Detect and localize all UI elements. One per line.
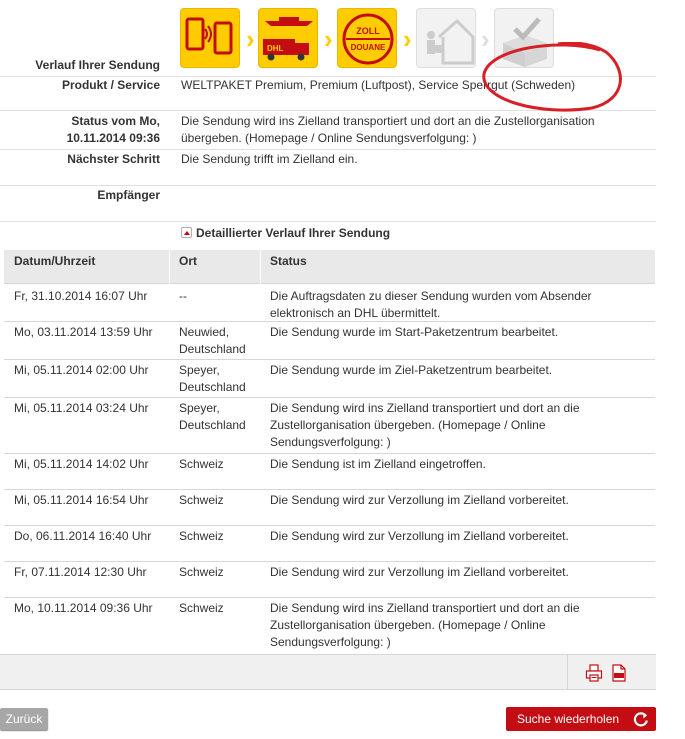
chevron-right-icon: › (246, 24, 255, 54)
row-date: Mo, 10.11.2014 09:36 Uhr (14, 601, 153, 615)
column-header-place: Ort (179, 254, 197, 268)
status-value: Die Sendung wird ins Zielland transporti… (181, 114, 595, 145)
row-date: Fr, 07.11.2014 12:30 Uhr (14, 565, 147, 579)
row-date: Fr, 31.10.2014 16:07 Uhr (14, 289, 148, 303)
row-date: Mi, 05.11.2014 03:24 Uhr (14, 401, 149, 415)
row-place: Schweiz (179, 565, 224, 579)
table-footer (0, 654, 656, 690)
back-button[interactable]: Zurück (0, 708, 48, 730)
product-label: Produkt / Service (61, 78, 160, 92)
table-row: Fr, 31.10.2014 16:07 Uhr -- Die Auftrags… (4, 284, 655, 322)
row-place: Speyer, Deutschland (179, 401, 246, 432)
row-date: Do, 06.11.2014 16:40 Uhr (14, 529, 152, 543)
table-row: Mo, 10.11.2014 09:36 Uhr Schweiz Die Sen… (4, 598, 655, 654)
next-step-row: Nächster Schritt Die Sendung trifft im Z… (0, 150, 656, 186)
row-place: Schweiz (179, 493, 224, 507)
progress-label: Verlauf Ihrer Sendung (35, 58, 160, 72)
recipient-label: Empfänger (97, 188, 160, 202)
row-status: Die Sendung wurde im Ziel-Paketzentrum b… (270, 363, 553, 377)
row-status: Die Sendung wird ins Zielland transporti… (270, 401, 580, 449)
row-status: Die Sendung wird ins Zielland transporti… (270, 601, 580, 649)
status-row: Status vom Mo, 10.11.2014 09:36 Die Send… (0, 111, 656, 150)
zoll-label: ZOLL (356, 26, 380, 36)
row-place: Speyer, Deutschland (179, 363, 246, 394)
reload-icon (633, 712, 648, 727)
status-label: Status vom Mo, 10.11.2014 09:36 (0, 113, 160, 147)
table-row: Mi, 05.11.2014 03:24 Uhr Speyer, Deutsch… (4, 398, 655, 454)
row-place: Schweiz (179, 601, 224, 615)
print-icon[interactable] (585, 664, 603, 682)
chevron-right-icon: › (403, 24, 412, 54)
detail-toggle[interactable]: Detaillierter Verlauf Ihrer Sendung (181, 226, 390, 240)
collapse-icon[interactable] (181, 227, 192, 238)
column-header-date: Datum/Uhrzeit (14, 254, 96, 268)
table-row: Mi, 05.11.2014 02:00 Uhr Speyer, Deutsch… (4, 360, 655, 398)
row-place: Schweiz (179, 457, 224, 471)
row-date: Mi, 05.11.2014 14:02 Uhr (14, 457, 149, 471)
column-divider (169, 250, 170, 284)
product-row: Produkt / Service WELTPAKET Premium, Pre… (0, 77, 656, 111)
column-divider (260, 250, 261, 284)
row-place: -- (179, 289, 187, 303)
search-again-button[interactable]: Suche wiederholen (506, 707, 656, 731)
status-label-line2: 10.11.2014 09:36 (66, 131, 160, 145)
next-step-value: Die Sendung trifft im Zielland ein. (181, 152, 358, 166)
row-status: Die Sendung wird zur Verzollung im Ziell… (270, 493, 569, 507)
row-date: Mo, 03.11.2014 13:59 Uhr (14, 325, 153, 339)
row-status: Die Sendung wurde im Start-Paketzentrum … (270, 325, 559, 339)
row-place: Neuwied, Deutschland (179, 325, 246, 356)
row-place: Schweiz (179, 529, 224, 543)
recipient-row: Empfänger (0, 186, 656, 222)
row-date: Mi, 05.11.2014 16:54 Uhr (14, 493, 149, 507)
douane-label: DOUANE (351, 43, 386, 52)
row-status: Die Sendung ist im Zielland eingetroffen… (270, 457, 486, 471)
search-again-label: Suche wiederholen (517, 712, 620, 726)
footer-divider (567, 655, 568, 689)
row-status: Die Auftragsdaten zu dieser Sendung wurd… (270, 289, 592, 320)
table-row: Mo, 03.11.2014 13:59 Uhr Neuwied, Deutsc… (4, 322, 655, 360)
table-row: Fr, 07.11.2014 12:30 Uhr Schweiz Die Sen… (4, 562, 655, 598)
table-row: Do, 06.11.2014 16:40 Uhr Schweiz Die Sen… (4, 526, 655, 562)
status-label-line1: Status vom Mo, (71, 114, 160, 128)
detail-title: Detaillierter Verlauf Ihrer Sendung (196, 226, 391, 240)
row-status: Die Sendung wird zur Verzollung im Ziell… (270, 529, 569, 543)
progress-row: Verlauf Ihrer Sendung (0, 52, 656, 77)
next-step-label: Nächster Schritt (67, 152, 160, 166)
row-status: Die Sendung wird zur Verzollung im Ziell… (270, 565, 569, 579)
chevron-right-icon: › (481, 24, 490, 54)
product-value: WELTPAKET Premium, Premium (Luftpost), S… (181, 78, 576, 92)
row-date: Mi, 05.11.2014 02:00 Uhr (14, 363, 149, 377)
table-row: Mi, 05.11.2014 14:02 Uhr Schweiz Die Sen… (4, 454, 655, 490)
table-row: Mi, 05.11.2014 16:54 Uhr Schweiz Die Sen… (4, 490, 655, 526)
chevron-right-icon: › (324, 24, 333, 54)
column-header-status: Status (270, 254, 307, 268)
history-table-header: Datum/Uhrzeit Ort Status (4, 250, 655, 284)
pdf-icon[interactable] (610, 664, 628, 682)
